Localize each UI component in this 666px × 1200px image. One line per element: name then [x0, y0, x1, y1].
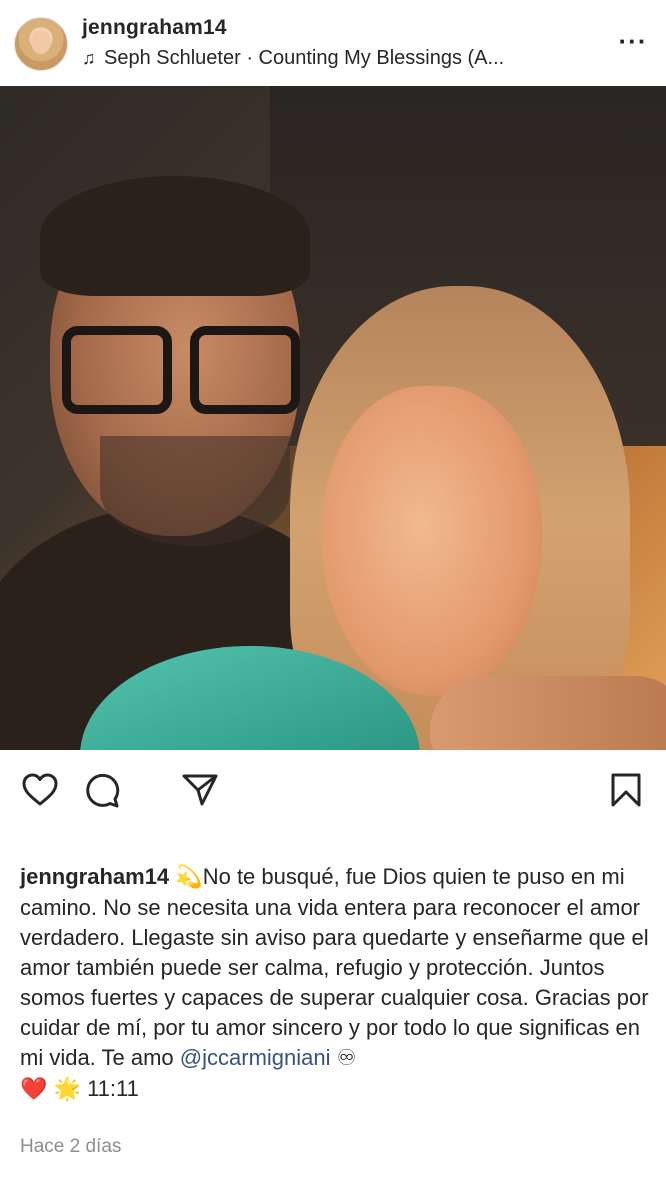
- glasses-right-lens: [190, 326, 300, 414]
- dizzy-emoji: 💫: [175, 865, 203, 890]
- man-arm: [430, 676, 666, 750]
- comment-icon[interactable]: [82, 770, 122, 810]
- glowing-star-emoji: 🌟: [53, 1077, 81, 1102]
- man-beard: [100, 436, 290, 546]
- music-note-icon: ♫: [82, 48, 96, 68]
- action-bar: [0, 750, 666, 830]
- caption-username[interactable]: jenngraham14: [20, 864, 169, 889]
- post-caption: jenngraham14 💫No te busqué, fue Dios qui…: [20, 862, 650, 1105]
- red-heart-emoji: ❤️: [20, 1077, 48, 1102]
- woman-face: [322, 386, 542, 696]
- send-icon[interactable]: [180, 770, 220, 810]
- more-options-icon[interactable]: ···: [616, 26, 650, 56]
- music-text: Seph Schlueter · Counting My Blessings (…: [104, 47, 505, 69]
- caption-time: 11:11: [87, 1076, 139, 1101]
- infinity-emoji: ♾: [336, 1046, 357, 1071]
- music-attribution[interactable]: ♫ Seph Schlueter · Counting My Blessings …: [82, 47, 602, 70]
- avatar[interactable]: [14, 17, 68, 71]
- glasses-left-lens: [62, 326, 172, 414]
- avatar-face: [31, 30, 51, 54]
- heart-icon[interactable]: [20, 770, 60, 810]
- mention-link[interactable]: @jccarmigniani: [180, 1045, 331, 1070]
- bookmark-icon[interactable]: [606, 770, 646, 810]
- post-media[interactable]: [0, 86, 666, 750]
- man-hair: [40, 176, 310, 296]
- caption-text: No te busqué, fue Dios quien te puso en …: [20, 864, 649, 1070]
- post-username[interactable]: jenngraham14: [82, 16, 227, 40]
- post-timestamp: Hace 2 días: [20, 1136, 122, 1157]
- post-header: jenngraham14 ♫ Seph Schlueter · Counting …: [0, 0, 666, 86]
